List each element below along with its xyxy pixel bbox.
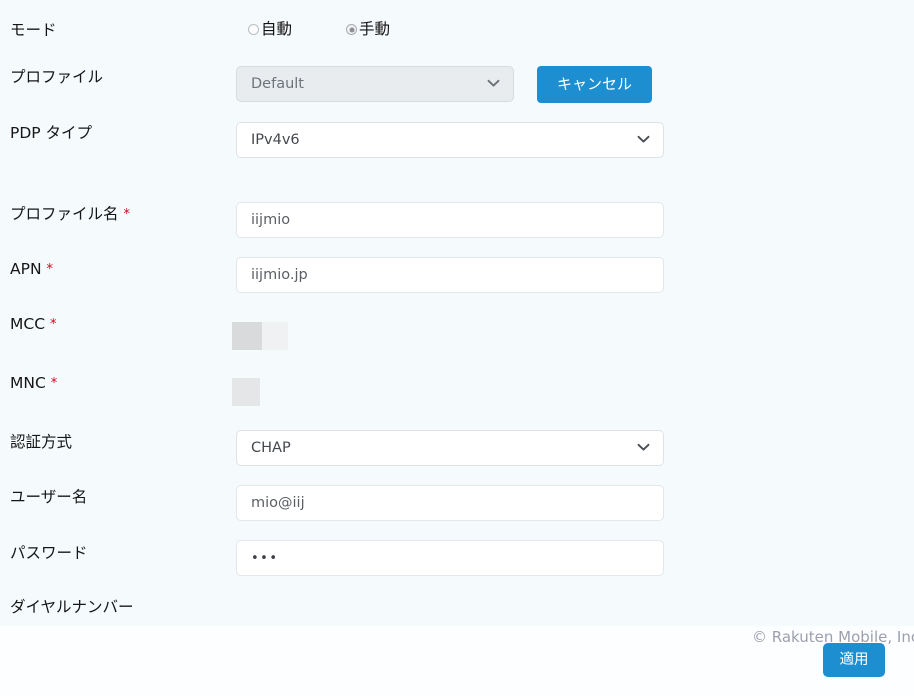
username-input[interactable] <box>236 485 664 521</box>
pdp-type-select[interactable]: IPv4v6 <box>236 122 664 158</box>
profile-select-value: Default <box>251 76 304 92</box>
mnc-label-text: MNC <box>10 374 46 392</box>
mode-label: モード <box>10 21 57 39</box>
profile-label: プロファイル <box>10 68 104 86</box>
apn-label: APN * <box>10 260 54 278</box>
radio-unchecked-icon <box>248 24 259 36</box>
auth-type-select[interactable]: CHAP <box>236 430 664 466</box>
mcc-input[interactable] <box>232 322 288 350</box>
auth-type-label: 認証方式 <box>10 433 73 451</box>
chevron-down-icon <box>637 132 650 148</box>
mnc-placeholder-block-1 <box>232 378 260 406</box>
password-label: パスワード <box>10 544 88 562</box>
apn-label-text: APN <box>10 260 42 278</box>
required-marker: * <box>123 207 131 222</box>
chevron-down-icon <box>637 440 650 456</box>
mode-radio-manual[interactable]: 手動 <box>346 20 391 38</box>
apn-input[interactable] <box>236 257 664 293</box>
mode-radio-auto-label: 自動 <box>261 20 293 38</box>
cancel-button[interactable]: キャンセル <box>537 66 652 103</box>
mode-radio-manual-label: 手動 <box>359 20 391 38</box>
profile-name-label: プロファイル名 * <box>10 205 131 223</box>
apply-button[interactable]: 適用 <box>823 643 885 677</box>
radio-checked-icon <box>346 24 358 36</box>
username-label: ユーザー名 <box>10 488 88 506</box>
dial-number-label: ダイヤルナンバー <box>10 598 134 616</box>
required-marker: * <box>50 376 58 391</box>
pdp-type-select-value: IPv4v6 <box>251 132 300 148</box>
mode-radio-group[interactable]: 自動 手動 <box>248 20 391 38</box>
auth-type-select-value: CHAP <box>251 440 291 456</box>
profile-name-label-text: プロファイル名 <box>10 205 119 223</box>
required-marker: * <box>46 262 54 277</box>
password-input[interactable]: ••• <box>236 540 664 576</box>
profile-name-input[interactable] <box>236 202 664 238</box>
required-marker: * <box>50 317 57 332</box>
chevron-down-icon <box>487 76 500 92</box>
profile-select[interactable]: Default <box>236 66 514 102</box>
pdp-type-label: PDP タイプ <box>10 124 93 142</box>
mnc-input[interactable] <box>232 378 260 406</box>
mnc-label: MNC * <box>10 374 58 392</box>
password-masked-value: ••• <box>251 550 279 566</box>
mcc-label-text: MCC <box>10 315 46 333</box>
mcc-placeholder-block-2 <box>262 322 288 350</box>
apn-settings-page: モード 自動 手動 プロファイル Default キャンセル PDP タイプ I… <box>0 0 914 696</box>
mode-radio-auto[interactable]: 自動 <box>248 20 293 38</box>
mcc-placeholder-block-1 <box>232 322 262 350</box>
mcc-label: MCC * <box>10 315 57 333</box>
